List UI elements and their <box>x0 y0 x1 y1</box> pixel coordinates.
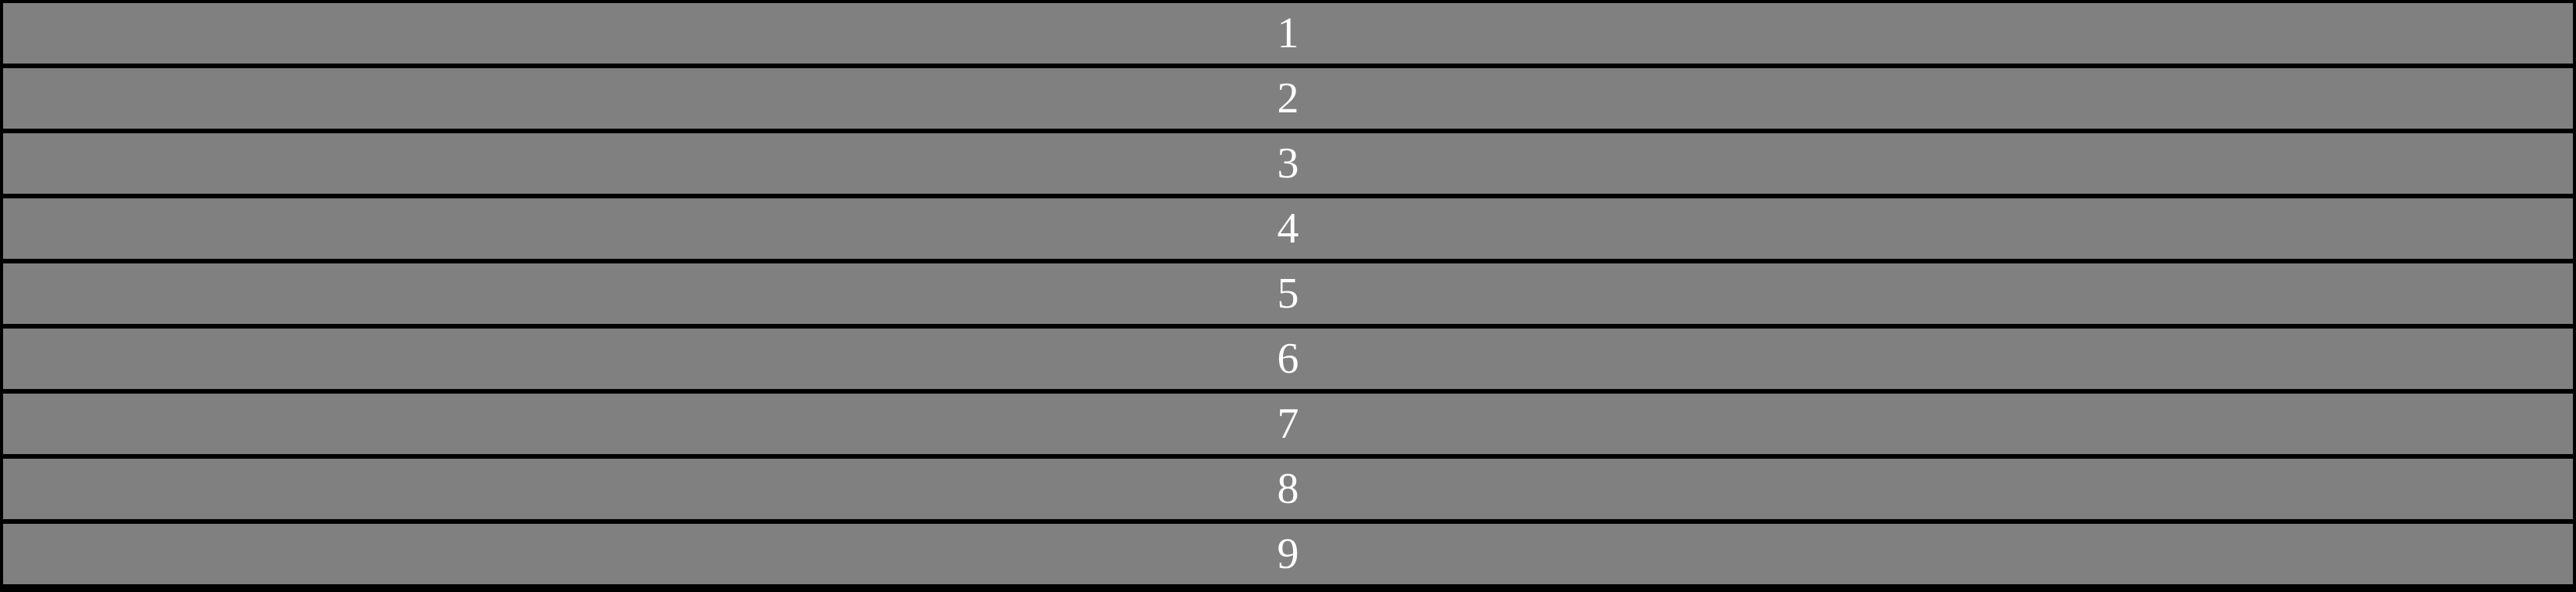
list-item-label: 3 <box>1277 139 1299 188</box>
list-item-9[interactable]: 9 <box>3 524 2573 584</box>
list-item-label: 7 <box>1277 400 1299 448</box>
list-item-8[interactable]: 8 <box>3 459 2573 519</box>
list-item-7[interactable]: 7 <box>3 394 2573 454</box>
list-item-4[interactable]: 4 <box>3 198 2573 259</box>
list-item-3[interactable]: 3 <box>3 133 2573 194</box>
list-item-label: 1 <box>1277 9 1299 57</box>
numbered-list: 1 2 3 4 5 6 7 8 9 <box>0 0 2576 592</box>
list-item-label: 4 <box>1277 205 1299 253</box>
list-item-2[interactable]: 2 <box>3 68 2573 129</box>
list-item-label: 8 <box>1277 465 1299 513</box>
list-item-label: 2 <box>1277 74 1299 122</box>
list-item-label: 5 <box>1277 270 1299 318</box>
list-item-6[interactable]: 6 <box>3 329 2573 389</box>
list-item-label: 6 <box>1277 335 1299 383</box>
list-item-5[interactable]: 5 <box>3 263 2573 324</box>
list-item-label: 9 <box>1277 530 1299 578</box>
list-item-1[interactable]: 1 <box>3 3 2573 64</box>
